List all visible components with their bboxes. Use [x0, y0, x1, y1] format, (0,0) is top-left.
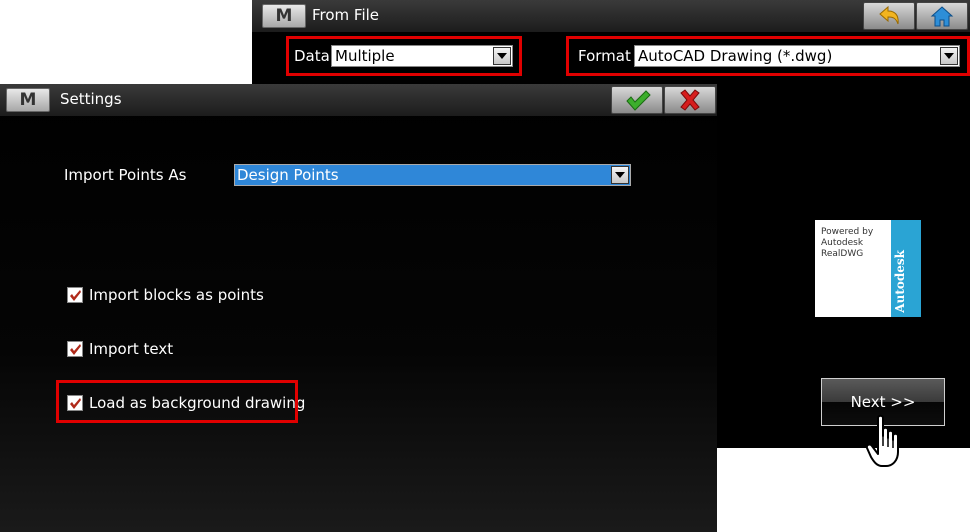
check-icon: [70, 344, 81, 355]
home-icon: [930, 6, 954, 27]
back-button[interactable]: [863, 2, 915, 30]
menu-button[interactable]: M: [262, 4, 306, 28]
settings-window: M Settings Import Points As Design Point…: [0, 84, 717, 532]
highlight-format: [566, 36, 970, 76]
home-button[interactable]: [916, 2, 968, 30]
accept-check-icon: [626, 90, 651, 111]
check-icon: [70, 290, 81, 301]
checkbox-import-text[interactable]: [67, 341, 83, 357]
cancel-x-icon: [680, 89, 700, 111]
option-label: Import blocks as points: [89, 286, 264, 304]
hand-cursor-icon: [866, 414, 899, 467]
settings-titlebar: M Settings: [0, 84, 717, 116]
back-arrow-icon: [879, 5, 899, 25]
window-title: Settings: [60, 90, 122, 108]
menu-button[interactable]: M: [6, 88, 50, 112]
cancel-button[interactable]: [664, 86, 716, 114]
option-label: Import text: [89, 340, 174, 358]
badge-text: Powered by Autodesk RealDWG: [821, 227, 874, 259]
import-points-select[interactable]: Design Points: [234, 164, 631, 186]
accept-button[interactable]: [611, 86, 663, 114]
import-points-value: Design Points: [237, 166, 339, 184]
window-title: From File: [312, 6, 380, 24]
autodesk-brand-text: Autodesk: [893, 250, 907, 313]
highlight-load-background: [56, 380, 298, 423]
import-points-label: Import Points As: [64, 166, 187, 184]
highlight-data: [286, 36, 522, 76]
autodesk-brand-bar: Autodesk: [891, 220, 921, 317]
autodesk-realdwg-logo: Powered by Autodesk RealDWG Autodesk: [815, 220, 921, 317]
checkbox-import-blocks[interactable]: [67, 287, 83, 303]
from-file-titlebar: M From File: [252, 0, 970, 32]
chevron-down-icon[interactable]: [611, 166, 629, 184]
